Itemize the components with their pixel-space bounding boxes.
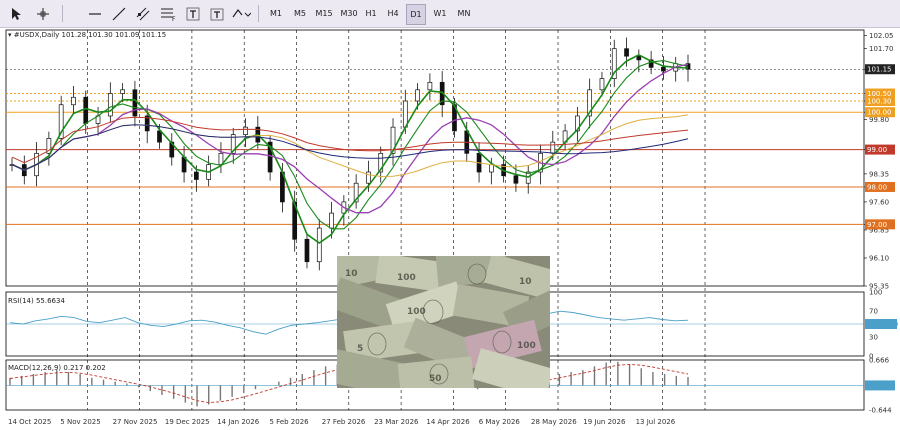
toolbar-separator (258, 5, 259, 22)
macd-axis-label: -0.644 (869, 407, 892, 415)
timeframe-h1[interactable]: H1 (362, 4, 380, 23)
price-level-label: 99.00 (867, 146, 887, 154)
x-tick-label: 27 Nov 2025 (113, 418, 158, 426)
symbol-info: #USDX,Daily 101.28 101.30 101.09 101.15 (13, 31, 167, 39)
candle-body (304, 238, 310, 263)
x-tick-label: 14 Oct 2025 (8, 418, 51, 426)
macd-header: MACD(12,26,9) 0.217 0.202 (8, 364, 106, 372)
ma-fast2-line (11, 60, 689, 230)
ma-long-line (11, 116, 689, 164)
toolbar-separator (62, 5, 63, 22)
price-axis-label: 101.70 (869, 45, 894, 53)
svg-text:10: 10 (345, 269, 358, 279)
price-axis-label: 96.10 (869, 254, 889, 262)
candle-body (513, 175, 519, 184)
chart-area[interactable]: 14 Oct 2025 5 Nov 2025 27 Nov 2025 19 Dec 2… (0, 28, 900, 430)
chevron-down-icon: ▾ (8, 31, 12, 39)
svg-text:100: 100 (397, 273, 416, 283)
price-axis-label: 97.60 (869, 198, 889, 206)
timeframe-mn[interactable]: MN (454, 4, 474, 23)
trading-platform-window: F M1 M5 M15 M30 H1 H4 D1 W1 MN 14 Oct 20… (0, 0, 900, 430)
x-tick-label: 19 Dec 2025 (165, 418, 210, 426)
timeframe-w1[interactable]: W1 (430, 4, 450, 23)
timeframe-m5[interactable]: M5 (290, 4, 310, 23)
candle-body (661, 67, 666, 72)
main-chart-header: ▾ #USDX,Daily 101.28 101.30 101.09 101.1… (8, 31, 166, 39)
x-tick-label: 28 May 2026 (531, 418, 577, 426)
price-level-label: 98.00 (867, 183, 887, 191)
candle-body (71, 96, 76, 106)
cursor-icon[interactable] (8, 4, 24, 23)
candle-body (194, 171, 199, 180)
x-tick-label: 13 Jul 2026 (636, 418, 676, 426)
x-tick-label: 5 Nov 2025 (60, 418, 100, 426)
x-tick-label: 19 Jun 2026 (583, 418, 626, 426)
x-tick-label: 27 Feb 2026 (322, 418, 366, 426)
fibonacci-icon[interactable]: F (158, 4, 178, 23)
candle-body (316, 227, 322, 263)
ma-mid-line (11, 63, 689, 214)
x-tick-label: 6 May 2026 (479, 418, 521, 426)
rsi-axis-label: 70 (869, 308, 878, 316)
label-icon[interactable] (208, 4, 226, 23)
candle-body (488, 164, 494, 173)
price-axis-label: 102.05 (869, 32, 894, 40)
candle-body (329, 212, 334, 229)
timeframe-h4[interactable]: H4 (384, 4, 402, 23)
candle-body (415, 89, 420, 102)
candle-body (120, 89, 125, 94)
macd-zero-pill (865, 380, 895, 391)
candle-body (132, 89, 138, 117)
candle-body (83, 96, 89, 124)
x-tick-label: 5 Feb 2026 (270, 418, 310, 426)
x-tick-label: 14 Apr 2026 (426, 418, 470, 426)
candle-body (636, 55, 642, 61)
candle-body (107, 93, 113, 117)
timeframe-m30[interactable]: M30 (338, 4, 360, 23)
text-icon[interactable] (184, 4, 202, 23)
money-photo-overlay: 10 100 10 100 5 100 50 (337, 256, 550, 388)
candle-body (157, 130, 162, 143)
horizontal-line-icon[interactable] (86, 4, 104, 23)
price-axis-label: 99.80 (869, 116, 889, 124)
trend-line-icon[interactable] (110, 4, 128, 23)
svg-text:50: 50 (429, 374, 442, 384)
price-axis-label: 98.35 (869, 170, 889, 178)
price-level-label: 100.30 (867, 98, 892, 106)
rsi-header: RSI(14) 55.6634 (8, 297, 65, 305)
svg-text:10: 10 (519, 277, 532, 287)
candle-body (427, 81, 433, 91)
rsi-axis-label: 30 (869, 333, 878, 341)
macd-axis-label: 0.666 (869, 357, 890, 365)
rsi-axis-label: 100 (869, 289, 882, 297)
price-level-label: 100.00 (867, 109, 892, 117)
timeframe-m1[interactable]: M1 (266, 4, 286, 23)
price-level-label: 101.15 (867, 66, 892, 74)
x-tick-label: 14 Jan 2026 (217, 418, 260, 426)
crosshair-icon[interactable] (34, 4, 52, 23)
channel-icon[interactable] (134, 4, 152, 23)
svg-text:100: 100 (407, 307, 426, 317)
price-level-label: 97.00 (867, 221, 887, 229)
candle-body (624, 48, 629, 57)
rsi-level-pill (865, 319, 897, 329)
timeframe-m15[interactable]: M15 (313, 4, 335, 23)
shapes-icon[interactable] (230, 4, 252, 23)
candle-body (599, 78, 605, 91)
ma-slow-line (11, 114, 689, 178)
main-pane-frame (5, 29, 865, 287)
svg-text:100: 100 (517, 341, 536, 351)
x-tick-label: 23 Mar 2026 (374, 418, 419, 426)
toolbar: F M1 M5 M15 M30 H1 H4 D1 W1 MN (0, 0, 900, 28)
candle-body (243, 126, 248, 135)
timeframe-d1[interactable]: D1 (406, 4, 426, 25)
candle-body (550, 141, 556, 154)
svg-text:F: F (172, 16, 176, 21)
svg-text:5: 5 (357, 344, 363, 354)
ma-fast-line (11, 54, 689, 244)
